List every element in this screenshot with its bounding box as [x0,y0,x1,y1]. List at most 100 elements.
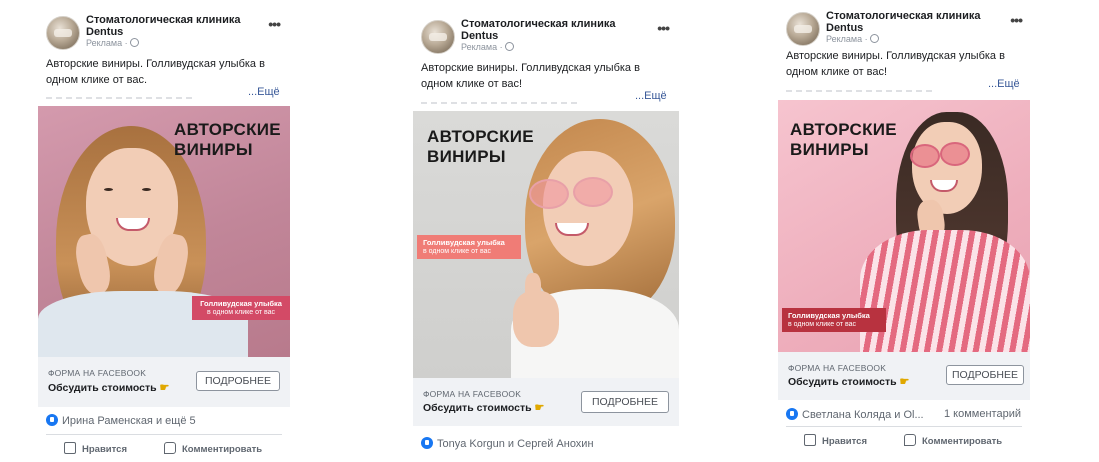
like-reaction-icon [786,408,798,420]
reactions-summary[interactable]: Tonya Korgun и Сергей Анохин [421,437,594,450]
see-more-link[interactable]: ...Ещё [248,86,280,98]
reactions-summary[interactable]: Ирина Раменская и ещё 5 [46,414,196,427]
page-avatar[interactable] [421,20,455,54]
see-more-link[interactable]: ...Ещё [635,90,667,102]
page-name[interactable]: Стоматологическая клиника Dentus [461,18,615,42]
comment-label[interactable]: Комментировать [182,444,262,455]
like-label[interactable]: Нравится [822,436,867,447]
thumbs-up-icon [804,434,816,446]
cta-headline: Обсудить стоимость ☛ [48,381,169,394]
tag-line2: в одном клике от вас [788,321,857,328]
tag-line1: Голливудская улыбка [200,299,282,308]
pointing-hand-icon: ☛ [899,376,910,388]
comment-icon [904,434,916,446]
cta-form-label: ФОРМА НА FACEBOOK [423,389,522,399]
reactions-summary[interactable]: Светлана Коляда и Ol... [786,408,924,421]
globe-icon [504,42,514,51]
ad-image[interactable]: АВТОРСКИЕ ВИНИРЫ Голливудская улыбка в о… [778,100,1030,352]
thumbs-up-icon [64,442,76,454]
like-button[interactable]: Нравится [64,442,127,455]
page-name-line2[interactable]: Dentus [826,22,863,34]
like-reaction-icon [46,414,58,426]
page-name-line1[interactable]: Стоматологическая клиника [826,10,980,22]
ad-image[interactable]: АВТОРСКИЕ ВИНИРЫ Голливудская улыбка в о… [38,106,290,357]
globe-icon [129,38,139,47]
cta-headline-text: Обсудить стоимость [423,402,532,414]
comment-button[interactable]: Комментировать [164,442,262,455]
face-shape [543,151,633,266]
cta-form-label: ФОРМА НА FACEBOOK [48,368,147,378]
ad-headline: АВТОРСКИЕ ВИНИРЫ [174,120,281,160]
sponsored-label: Реклама · [826,34,879,44]
like-reaction-icon [421,437,433,449]
see-more-link[interactable]: ...Ещё [988,78,1020,90]
learn-more-button[interactable]: ПОДРОБНЕЕ [196,371,280,391]
learn-more-button[interactable]: ПОДРОБНЕЕ [581,391,669,413]
page-avatar[interactable] [46,16,80,50]
pointing-hand-icon: ☛ [159,382,170,394]
comment-icon [164,442,176,454]
ad-headline: АВТОРСКИЕ ВИНИРЫ [790,120,897,160]
sponsored-label: Реклама · [461,42,514,52]
comment-button[interactable]: Комментировать [904,434,1002,447]
post-text: Авторские виниры. Голливудская улыбка в … [46,58,265,86]
pointing-hand-icon: ☛ [534,402,545,414]
headline-line1: АВТОРСКИЕ [790,120,897,139]
eye [104,188,113,191]
more-options-icon[interactable]: ••• [1010,12,1023,28]
more-options-icon[interactable]: ••• [657,20,670,36]
ad-image[interactable]: АВТОРСКИЕ ВИНИРЫ Голливудская улыбка в о… [413,111,679,378]
like-label[interactable]: Нравится [82,444,127,455]
cta-headline: Обсудить стоимость ☛ [423,401,544,414]
cta-headline-text: Обсудить стоимость [788,376,897,388]
cta-headline: Обсудить стоимость ☛ [788,375,909,388]
sponsored-text: Реклама · [826,34,868,44]
ad-tag: Голливудская улыбка в одном клике от вас [417,235,521,259]
text-fade [46,97,196,99]
reactions-text[interactable]: Светлана Коляда и Ol... [802,409,924,421]
cta-form-label: ФОРМА НА FACEBOOK [788,363,887,373]
page-avatar[interactable] [786,12,820,46]
like-button[interactable]: Нравится [804,434,867,447]
page-name[interactable]: Стоматологическая клиника Dentus [826,10,980,34]
striped-shirt-shape [860,230,1030,352]
reactions-text[interactable]: Ирина Раменская и ещё 5 [62,415,196,427]
tag-line2: в одном клике от вас [206,309,276,316]
ad-card-3: Стоматологическая клиника Dentus Реклама… [778,2,1032,460]
cta-bar[interactable]: ФОРМА НА FACEBOOK Обсудить стоимость ☛ П… [778,352,1030,400]
page-name-line2[interactable]: Dentus [86,26,123,38]
post-header: Стоматологическая клиника Dentus Реклама… [421,18,671,58]
headline-line2: ВИНИРЫ [427,147,506,166]
sponsored-text: Реклама · [461,42,503,52]
sunglasses-shape [910,144,940,168]
reactions-text[interactable]: Tonya Korgun и Сергей Анохин [437,438,594,450]
tag-line1: Голливудская улыбка [423,238,505,247]
headline-line2: ВИНИРЫ [790,140,869,159]
page-name[interactable]: Стоматологическая клиника Dentus [86,14,240,38]
cta-bar[interactable]: ФОРМА НА FACEBOOK Обсудить стоимость ☛ П… [413,378,679,426]
tag-line1: Голливудская улыбка [788,311,870,320]
headline-line1: АВТОРСКИЕ [427,127,534,146]
text-fade [786,90,936,92]
comment-label[interactable]: Комментировать [922,436,1002,447]
sunglasses-shape [940,142,970,166]
sponsored-text: Реклама · [86,38,128,48]
page-name-line1[interactable]: Стоматологическая клиника [86,14,240,26]
comments-count[interactable]: 1 комментарий [944,408,1021,420]
post-header: Стоматологическая клиника Dentus Реклама… [786,10,1024,50]
ad-headline: АВТОРСКИЕ ВИНИРЫ [427,127,534,167]
cta-headline-text: Обсудить стоимость [48,382,157,394]
ad-tag: Голливудская улыбка в одном клике от вас [192,296,290,320]
page-name-line2[interactable]: Dentus [461,30,498,42]
ad-card-1: Стоматологическая клиника Dentus Реклама… [38,6,290,462]
thumb [525,273,541,303]
more-options-icon[interactable]: ••• [268,16,281,32]
headline-line2: ВИНИРЫ [174,140,253,159]
sunglasses-shape [573,177,613,207]
page-name-line1[interactable]: Стоматологическая клиника [461,18,615,30]
post-text: Авторские виниры. Голливудская улыбка в … [421,62,640,90]
post-text: Авторские виниры. Голливудская улыбка в … [786,50,1005,78]
eye [142,188,151,191]
learn-more-button[interactable]: ПОДРОБНЕЕ [946,365,1024,385]
cta-bar[interactable]: ФОРМА НА FACEBOOK Обсудить стоимость ☛ П… [38,357,290,407]
